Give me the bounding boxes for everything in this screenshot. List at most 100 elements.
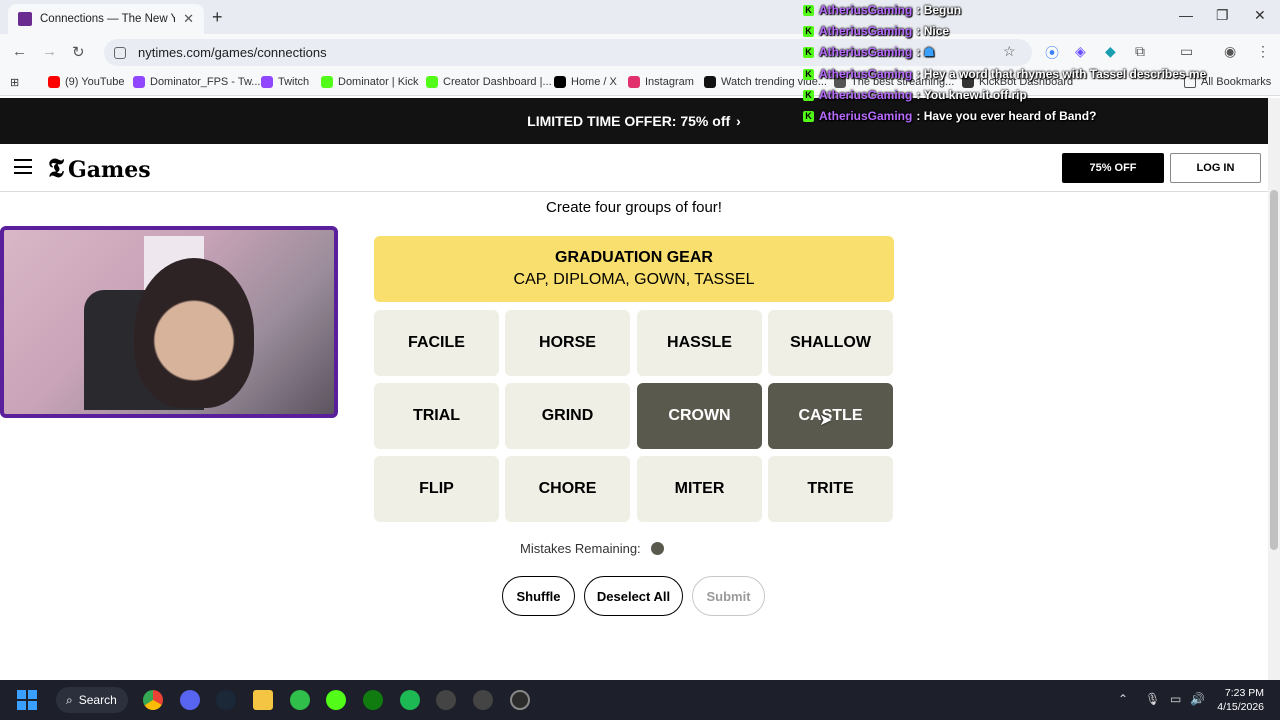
minimize-icon[interactable]: —	[1179, 7, 1193, 23]
x-icon	[554, 76, 566, 88]
word-card[interactable]: TRIAL	[374, 383, 499, 449]
scrollbar-thumb[interactable]	[1270, 190, 1278, 550]
word-card[interactable]: MITER	[637, 456, 762, 522]
extension-icon[interactable]: ⦿	[1045, 43, 1059, 63]
windows-taskbar: ⌕ Search ⌃ 🎙 ▭ 🔊 7:23 PM 4/15/2026	[0, 680, 1280, 720]
chevron-up-icon[interactable]: ⌃	[1118, 692, 1128, 706]
mistake-dot	[650, 542, 664, 555]
instagram-icon	[628, 76, 640, 88]
microphone-icon[interactable]: 🎙	[1145, 692, 1160, 706]
side-panel-icon[interactable]: ▭	[1180, 43, 1193, 60]
steam-icon[interactable]	[216, 690, 236, 710]
submit-button[interactable]: Submit	[692, 576, 765, 616]
spotify-icon[interactable]	[400, 690, 420, 710]
twitch-icon	[261, 76, 273, 88]
word-card[interactable]: CHORE	[505, 456, 630, 522]
bookmark-star-icon[interactable]: ☆	[1003, 43, 1016, 60]
xbox-icon[interactable]	[363, 690, 383, 710]
chat-message: K AtheriusGaming: ☗	[803, 45, 934, 59]
kick-badge-icon: K	[803, 4, 814, 16]
chrome-icon[interactable]	[143, 690, 163, 710]
extension-icon[interactable]: ◈	[1075, 43, 1086, 60]
mistake-dots	[641, 542, 664, 555]
webcam-overlay	[0, 226, 338, 418]
mistakes-remaining: Mistakes Remaining:	[520, 541, 664, 556]
network-icon[interactable]: ▭	[1170, 692, 1181, 706]
chat-message: K AtheriusGaming: Begun	[803, 3, 961, 17]
solved-group-words: CAP, DIPLOMA, GOWN, TASSEL	[513, 271, 755, 288]
word-card[interactable]: SHALLOW	[768, 310, 893, 376]
solved-group-title: GRADUATION GEAR	[555, 249, 713, 266]
deselect-all-button[interactable]: Deselect All	[584, 576, 683, 616]
promo-text: LIMITED TIME OFFER: 75% off	[527, 113, 731, 129]
kick-badge-icon: K	[803, 110, 814, 122]
bookmark-instagram[interactable]: Instagram	[628, 76, 694, 88]
taskbar-search[interactable]: ⌕ Search	[56, 687, 128, 713]
shuffle-button[interactable]: Shuffle	[502, 576, 575, 616]
solved-group: GRADUATION GEAR CAP, DIPLOMA, GOWN, TASS…	[374, 236, 894, 302]
word-card[interactable]: HORSE	[505, 310, 630, 376]
connections-favicon-icon	[18, 12, 32, 26]
volume-icon[interactable]: 🔊	[1190, 692, 1205, 706]
menu-kebab-icon[interactable]: ⋮	[1256, 43, 1270, 60]
hamburger-menu-icon[interactable]	[14, 159, 32, 174]
tiktok-icon	[704, 76, 716, 88]
new-tab-icon[interactable]: +	[212, 7, 223, 28]
word-card[interactable]: FACILE	[374, 310, 499, 376]
file-explorer-icon[interactable]	[253, 690, 273, 710]
active-tab[interactable]: Connections — The New York T ✕	[8, 4, 204, 34]
chevron-right-icon: ›	[736, 113, 741, 129]
bookmark-creator-dashboard[interactable]: Creator Dashboard |...	[426, 76, 552, 88]
word-card[interactable]: GRIND	[505, 383, 630, 449]
kick-icon	[426, 76, 438, 88]
chat-message: K AtheriusGaming: Nice	[803, 24, 949, 38]
bookmark-youtube[interactable]: (9) YouTube	[48, 76, 125, 88]
search-icon: ⌕	[66, 692, 73, 707]
profile-icon[interactable]: ◉	[1224, 43, 1236, 60]
site-info-icon[interactable]	[114, 46, 126, 59]
webcam-streamer	[134, 258, 254, 408]
chat-message: K AtheriusGaming: You knew it off rip	[803, 88, 1027, 102]
subscribe-offer-button[interactable]: 75% OFF	[1062, 153, 1164, 183]
mistakes-label: Mistakes Remaining:	[520, 541, 641, 556]
kick-badge-icon: K	[803, 89, 814, 101]
kick-badge-icon: K	[803, 68, 814, 80]
bookmark-dominator-twitch[interactable]: Dominator_FPS - Tw...	[133, 76, 260, 88]
extension-icon[interactable]: ◆	[1105, 43, 1116, 60]
youtube-icon	[48, 76, 60, 88]
close-tab-icon[interactable]: ✕	[183, 11, 194, 27]
kick-badge-icon: K	[803, 25, 814, 37]
word-card[interactable]: FLIP	[374, 456, 499, 522]
chat-message: K AtheriusGaming: Have you ever heard of …	[803, 109, 1096, 123]
reload-icon[interactable]: ↻	[72, 43, 85, 61]
app-icon[interactable]	[436, 690, 456, 710]
clock-time: 7:23 PM	[1224, 687, 1264, 699]
app-icon[interactable]	[473, 690, 493, 710]
game-instructions: Create four groups of four!	[546, 199, 722, 216]
windows-start-icon[interactable]	[17, 690, 37, 710]
extensions-puzzle-icon[interactable]: ⧉	[1135, 43, 1145, 60]
chat-message: K AtheriusGaming: Hey a word that rhymes …	[803, 67, 1206, 81]
clock-date: 4/15/2026	[1217, 701, 1264, 713]
kick-badge-icon: K	[803, 46, 814, 58]
forward-icon[interactable]: →	[42, 43, 57, 60]
discord-icon[interactable]	[180, 690, 200, 710]
bookmark-dominator-kick[interactable]: Dominator | Kick	[321, 76, 419, 88]
page-scrollbar[interactable]	[1268, 98, 1280, 680]
apps-grid-icon[interactable]: ⊞	[10, 76, 19, 89]
restore-icon[interactable]: ❐	[1216, 7, 1229, 24]
word-card[interactable]: HASSLE	[637, 310, 762, 376]
login-button[interactable]: LOG IN	[1170, 153, 1261, 183]
word-card[interactable]: TRITE	[768, 456, 893, 522]
bookmark-twitch[interactable]: Twitch	[261, 76, 309, 88]
close-window-icon[interactable]: ✕	[1254, 7, 1266, 24]
url-text: nytimes.com/games/connections	[138, 45, 327, 60]
back-icon[interactable]: ←	[12, 43, 27, 60]
games-logo[interactable]: 𝕿 Games	[48, 154, 151, 185]
word-card[interactable]: CROWN	[637, 383, 762, 449]
kick-app-icon[interactable]	[326, 690, 346, 710]
system-clock[interactable]: 7:23 PM 4/15/2026	[1210, 686, 1264, 714]
app-icon[interactable]	[290, 690, 310, 710]
bookmark-x[interactable]: Home / X	[554, 76, 617, 88]
obs-icon[interactable]	[510, 690, 530, 710]
